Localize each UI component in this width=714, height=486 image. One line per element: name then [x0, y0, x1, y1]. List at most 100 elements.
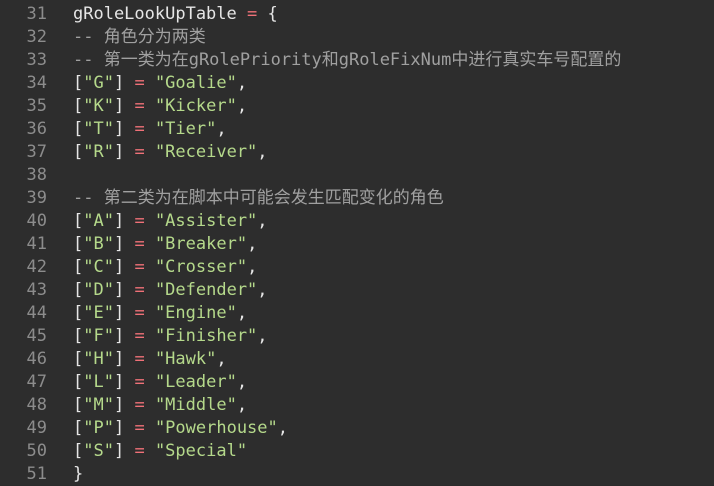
role-value: "Engine": [154, 303, 237, 323]
role-key: "R": [83, 142, 114, 162]
close-bracket: ]: [113, 395, 125, 415]
code-line[interactable]: 49 ["P"] = "Powerhouse",: [0, 417, 289, 440]
code-line[interactable]: 32 -- 角色分为两类: [0, 26, 206, 49]
code-line[interactable]: 50 ["S"] = "Special": [0, 440, 248, 463]
comma: ,: [277, 418, 289, 438]
comma: ,: [247, 257, 258, 277]
open-bracket: [: [73, 280, 84, 300]
line-number: 46: [26, 349, 47, 369]
open-bracket: [: [73, 234, 84, 254]
close-bracket: ]: [113, 349, 125, 369]
code-line[interactable]: 47 ["L"] = "Leader",: [0, 371, 248, 394]
role-value: "Goalie": [154, 73, 237, 93]
code-line[interactable]: 36 ["T"] = "Tier",: [0, 118, 227, 141]
assign-operator: =: [124, 326, 155, 346]
assign-operator: =: [124, 96, 155, 116]
assign-operator: =: [124, 119, 155, 139]
role-key: "C": [83, 257, 114, 277]
table-identifier: gRoleLookUpTable: [73, 4, 237, 24]
code-text: ["R"] = "Receiver",: [73, 141, 268, 164]
role-key: "L": [83, 372, 114, 392]
code-text: gRoleLookUpTable = {: [73, 3, 278, 26]
close-bracket: ]: [113, 280, 125, 300]
open-bracket: [: [73, 211, 84, 231]
assign-operator: =: [124, 142, 155, 162]
open-bracket: [: [73, 303, 84, 323]
open-bracket: [: [73, 395, 84, 415]
comma: ,: [236, 303, 248, 323]
role-key: "A": [83, 211, 114, 231]
close-bracket: ]: [113, 257, 125, 277]
line-number: 33: [26, 50, 47, 70]
comma: ,: [257, 142, 268, 162]
line-number: 38: [26, 165, 47, 185]
code-line[interactable]: 35 ["K"] = "Kicker",: [0, 95, 248, 118]
role-value: "Hawk": [154, 349, 217, 369]
line-number: 51: [26, 464, 47, 484]
role-value: "Special": [154, 441, 248, 461]
code-line[interactable]: 33 -- 第一类为在gRolePriority和gRoleFixNum中进行真实…: [0, 49, 622, 72]
code-line[interactable]: 51}: [0, 463, 84, 486]
close-bracket: ]: [113, 96, 125, 116]
role-key: "G": [83, 73, 114, 93]
line-number: 31: [26, 4, 47, 24]
line-number: 45: [26, 326, 47, 346]
assign-operator: =: [124, 441, 155, 461]
code-line[interactable]: 40 ["A"] = "Assister",: [0, 210, 268, 233]
code-text: -- 第一类为在gRolePriority和gRoleFixNum中进行真实车号…: [73, 49, 621, 72]
line-number: 49: [26, 418, 47, 438]
code-line[interactable]: 38: [0, 164, 73, 187]
close-bracket: ]: [113, 142, 125, 162]
open-bracket: [: [73, 142, 84, 162]
open-brace: {: [267, 4, 278, 24]
code-line[interactable]: 43 ["D"] = "Defender",: [0, 279, 268, 302]
code-text: ["K"] = "Kicker",: [73, 95, 247, 118]
code-line[interactable]: 31 gRoleLookUpTable = {: [0, 3, 278, 26]
line-number: 43: [26, 280, 47, 300]
role-key: "S": [83, 441, 114, 461]
line-number: 47: [26, 372, 47, 392]
line-number: 35: [26, 96, 47, 116]
code-line[interactable]: 41 ["B"] = "Breaker",: [0, 233, 258, 256]
code-text: -- 角色分为两类: [73, 26, 206, 49]
code-text: ["C"] = "Crosser",: [73, 256, 257, 279]
code-text: ["S"] = "Special": [73, 440, 247, 463]
role-value: "Crosser": [154, 257, 248, 277]
role-value: "Receiver": [154, 142, 258, 162]
comma: ,: [247, 234, 258, 254]
role-value: "Tier": [154, 119, 217, 139]
comment-text: -- 角色分为两类: [73, 27, 206, 47]
role-value: "Powerhouse": [154, 418, 278, 438]
role-value: "Leader": [154, 372, 237, 392]
code-line[interactable]: 39 -- 第二类为在脚本中可能会发生匹配变化的角色: [0, 187, 444, 210]
line-number: 41: [26, 234, 47, 254]
close-bracket: ]: [113, 234, 125, 254]
role-value: "Defender": [154, 280, 258, 300]
code-line[interactable]: 37 ["R"] = "Receiver",: [0, 141, 268, 164]
line-number: 40: [26, 211, 47, 231]
comment-text: -- 第二类为在脚本中可能会发生匹配变化的角色: [73, 188, 444, 208]
open-bracket: [: [73, 96, 84, 116]
code-text: -- 第二类为在脚本中可能会发生匹配变化的角色: [73, 187, 444, 210]
code-line[interactable]: 44 ["E"] = "Engine",: [0, 302, 248, 325]
comma: ,: [216, 349, 227, 369]
code-text: ["E"] = "Engine",: [73, 302, 247, 325]
code-line[interactable]: 45 ["F"] = "Finisher",: [0, 325, 268, 348]
code-line[interactable]: 46 ["H"] = "Hawk",: [0, 348, 227, 371]
comma: ,: [236, 96, 248, 116]
open-bracket: [: [73, 418, 84, 438]
close-bracket: ]: [113, 211, 125, 231]
assign-operator: =: [236, 4, 268, 24]
assign-operator: =: [124, 418, 155, 438]
code-editor[interactable]: 31 gRoleLookUpTable = {32 -- 角色分为两类 33 -- 第一…: [0, 0, 714, 485]
role-value: "Breaker": [154, 234, 248, 254]
role-key: "M": [83, 395, 114, 415]
code-line[interactable]: 34 ["G"] = "Goalie",: [0, 72, 248, 95]
code-line[interactable]: 42 ["C"] = "Crosser",: [0, 256, 258, 279]
line-number: 36: [26, 119, 47, 139]
assign-operator: =: [124, 280, 155, 300]
code-line[interactable]: 48 ["M"] = "Middle",: [0, 394, 248, 417]
role-value: "Finisher": [154, 326, 258, 346]
code-text: ["P"] = "Powerhouse",: [73, 417, 288, 440]
code-text: ["G"] = "Goalie",: [73, 72, 247, 95]
